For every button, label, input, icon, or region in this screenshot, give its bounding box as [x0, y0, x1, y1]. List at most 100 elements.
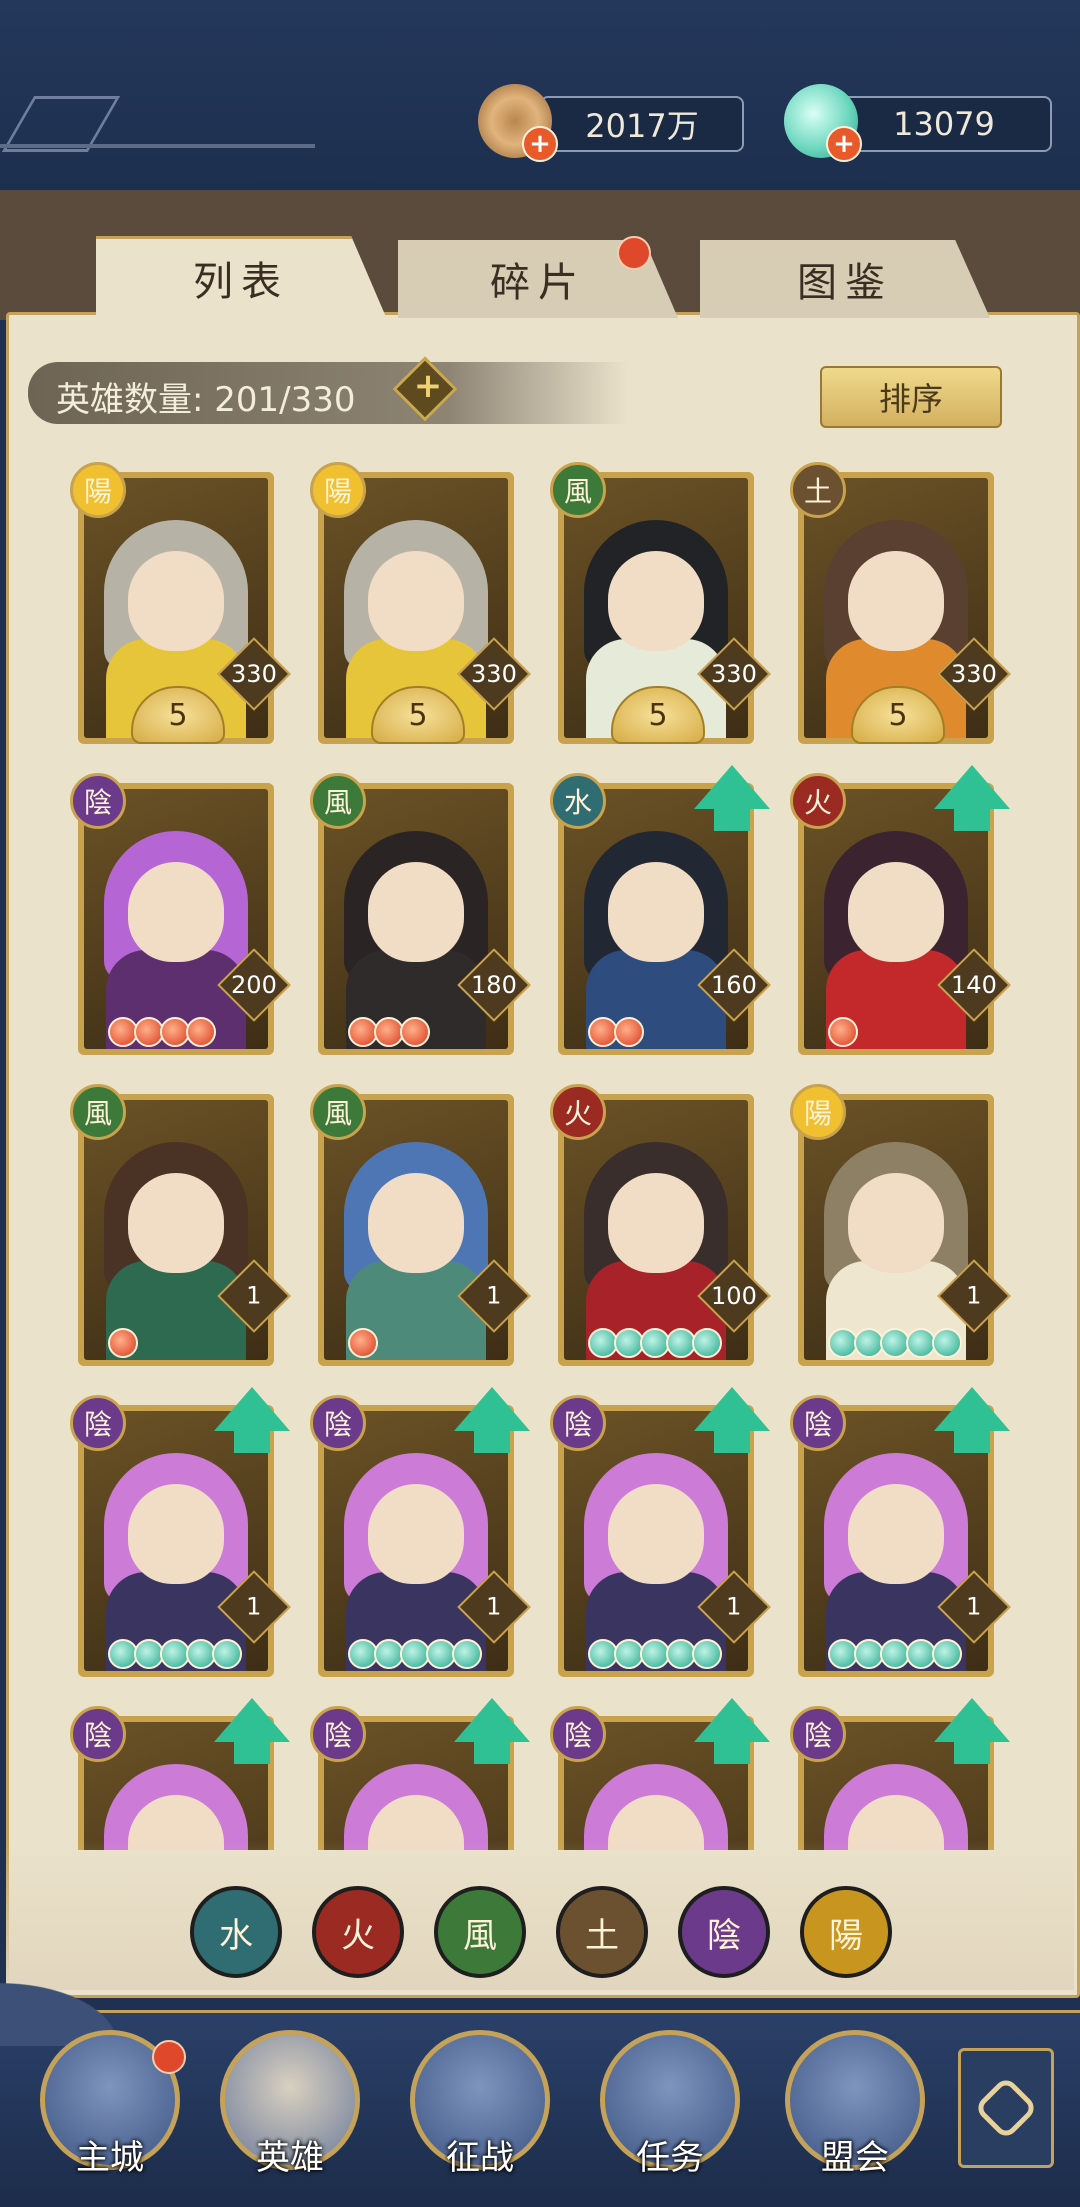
orb-icon — [186, 1017, 216, 1047]
awakening-orbs — [108, 1639, 242, 1669]
tab-collection[interactable]: 图鉴 — [700, 240, 990, 318]
upgrade-arrow-icon — [934, 1387, 1010, 1453]
upgrade-arrow-stem — [714, 1431, 750, 1453]
hero-count-label: 英雄数量: 201/330 — [56, 380, 356, 420]
add-jade-button[interactable]: + — [826, 126, 862, 162]
upgrade-arrow-head — [454, 1698, 530, 1742]
hero-face — [128, 1172, 224, 1273]
element-badge: 陰 — [70, 1706, 126, 1762]
level-value: 1 — [486, 1593, 502, 1621]
hero-portrait — [324, 789, 508, 1049]
level-value: 100 — [711, 1282, 757, 1310]
upgrade-arrow-icon — [454, 1387, 530, 1453]
nav-2[interactable]: 英雄 — [220, 2030, 360, 2190]
hero-grid-viewport[interactable]: 陽 330 5 陽 330 5 風 330 5 土 330 5 陰 200 風 180 水 160 火 140 風 1 風 1… — [0, 440, 1080, 1850]
upgrade-arrow-icon — [694, 1698, 770, 1764]
element-filter-4[interactable]: 土 — [556, 1886, 648, 1978]
awakening-orbs — [108, 1017, 216, 1047]
element-filter-1[interactable]: 水 — [190, 1886, 282, 1978]
level-value: 200 — [231, 971, 277, 999]
hero-face — [368, 550, 464, 651]
more-menu-button[interactable] — [958, 2048, 1054, 2168]
orb-icon — [692, 1328, 722, 1358]
upgrade-arrow-stem — [714, 809, 750, 831]
level-value: 140 — [951, 971, 997, 999]
element-badge: 陰 — [310, 1395, 366, 1451]
jade-value: 13079 — [893, 105, 995, 143]
nav-5[interactable]: 盟会 — [785, 2030, 925, 2190]
awakening-orbs — [108, 1328, 138, 1358]
orb-icon — [692, 1639, 722, 1669]
element-badge: 陰 — [70, 1395, 126, 1451]
upgrade-arrow-head — [214, 1387, 290, 1431]
hero-face — [608, 1172, 704, 1273]
element-badge: 陰 — [70, 773, 126, 829]
upgrade-arrow-head — [214, 1698, 290, 1742]
element-filter-bar: 水火風土陰陽 — [190, 1886, 892, 1986]
awakening-orbs — [828, 1328, 962, 1358]
upgrade-arrow-head — [454, 1387, 530, 1431]
element-filter-3[interactable]: 風 — [434, 1886, 526, 1978]
element-filter-5[interactable]: 陰 — [678, 1886, 770, 1978]
add-coins-button[interactable]: + — [522, 126, 558, 162]
element-badge: 陰 — [790, 1706, 846, 1762]
upgrade-arrow-icon — [214, 1698, 290, 1764]
nav-label: 盟会 — [821, 2138, 889, 2178]
tab-list[interactable]: 列表 — [96, 236, 386, 317]
element-badge: 風 — [310, 1084, 366, 1140]
element-badge: 陰 — [790, 1395, 846, 1451]
upgrade-arrow-icon — [694, 765, 770, 831]
orb-icon — [828, 1017, 858, 1047]
nav-label: 任务 — [636, 2138, 704, 2178]
upgrade-arrow-head — [934, 1387, 1010, 1431]
orb-icon — [108, 1328, 138, 1358]
upgrade-arrow-head — [694, 1698, 770, 1742]
nav-4[interactable]: 任务 — [600, 2030, 740, 2190]
hero-face — [608, 861, 704, 962]
orb-icon — [932, 1639, 962, 1669]
awakening-orbs — [828, 1639, 962, 1669]
element-badge: 水 — [550, 773, 606, 829]
awakening-orbs — [348, 1328, 378, 1358]
level-value: 1 — [726, 1593, 742, 1621]
jade-counter: 13079 — [836, 96, 1052, 152]
upgrade-arrow-head — [934, 1698, 1010, 1742]
fragments-notification-dot — [617, 236, 651, 270]
element-badge: 陰 — [550, 1395, 606, 1451]
nav-label: 主城 — [76, 2138, 144, 2178]
home-notification-dot — [152, 2040, 186, 2074]
nav-3[interactable]: 征战 — [410, 2030, 550, 2190]
level-value: 1 — [966, 1282, 982, 1310]
orb-icon — [212, 1639, 242, 1669]
orb-icon — [400, 1017, 430, 1047]
awakening-orbs — [348, 1639, 482, 1669]
upgrade-arrow-icon — [454, 1698, 530, 1764]
sort-button[interactable]: 排序 — [820, 366, 1002, 428]
element-badge: 陽 — [70, 462, 126, 518]
upgrade-arrow-stem — [234, 1742, 270, 1764]
hero-face — [128, 550, 224, 651]
coin-counter: 2017万 — [540, 96, 744, 152]
element-badge: 陰 — [310, 1706, 366, 1762]
upgrade-arrow-stem — [954, 1431, 990, 1453]
divider — [0, 144, 315, 148]
element-badge: 陽 — [790, 1084, 846, 1140]
element-badge: 風 — [550, 462, 606, 518]
upgrade-arrow-stem — [714, 1742, 750, 1764]
element-filter-6[interactable]: 陽 — [800, 1886, 892, 1978]
upgrade-arrow-stem — [474, 1742, 510, 1764]
level-value: 330 — [711, 660, 757, 688]
orb-icon — [452, 1639, 482, 1669]
hero-face — [368, 1172, 464, 1273]
element-filter-2[interactable]: 火 — [312, 1886, 404, 1978]
level-value: 330 — [471, 660, 517, 688]
top-resource-bar: 2017万 + 13079 + — [0, 0, 1080, 190]
hero-face — [608, 1483, 704, 1584]
upgrade-arrow-head — [694, 1387, 770, 1431]
level-value: 1 — [246, 1593, 262, 1621]
level-value: 330 — [951, 660, 997, 688]
hero-face — [128, 861, 224, 962]
hero-portrait — [84, 1100, 268, 1360]
coin-value: 2017万 — [585, 107, 699, 145]
hero-portrait — [804, 1100, 988, 1360]
